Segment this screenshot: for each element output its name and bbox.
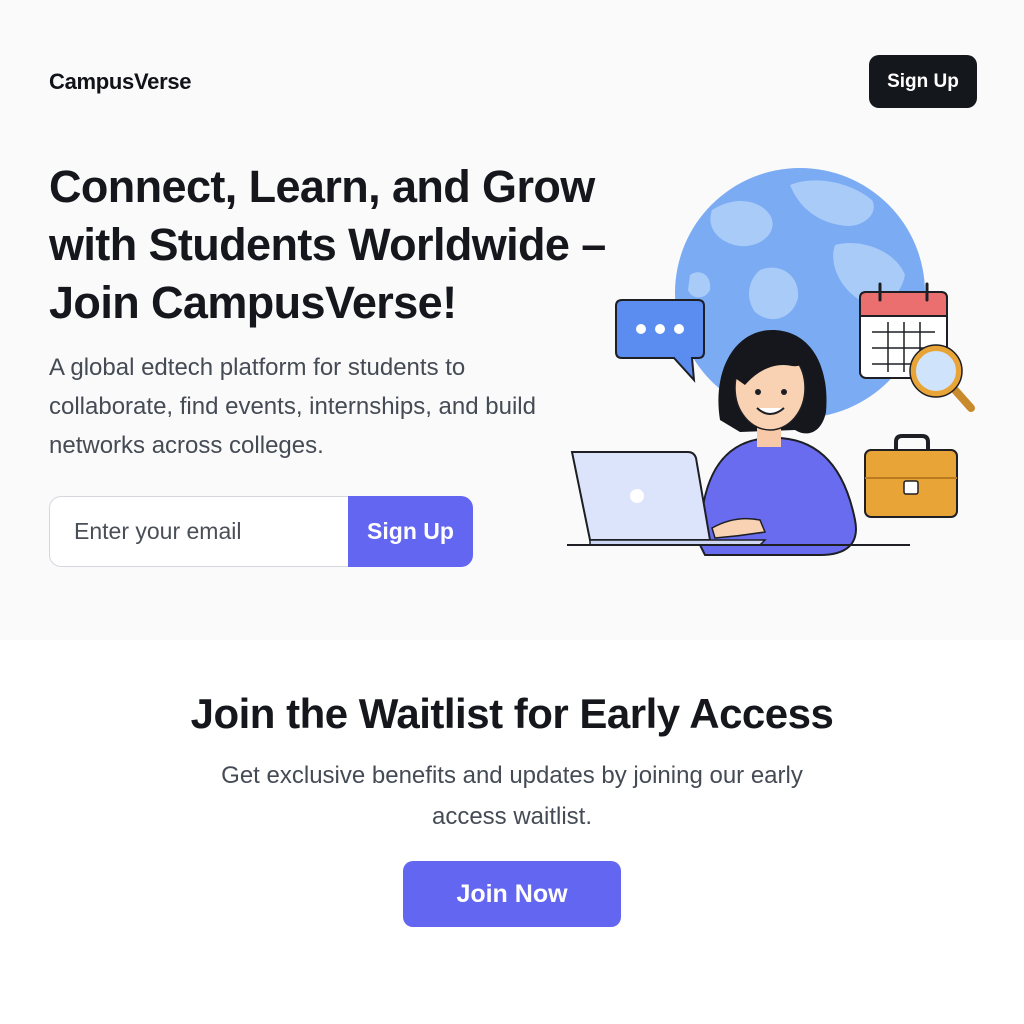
waitlist-subtext: Get exclusive benefits and updates by jo…	[221, 762, 803, 830]
brand-logo[interactable]: CampusVerse	[49, 69, 192, 95]
magnifier-icon	[909, 344, 975, 412]
chat-bubble-icon	[615, 299, 705, 383]
join-now-button[interactable]: Join Now	[403, 861, 621, 927]
hero-subtext: A global edtech platform for students to…	[49, 354, 536, 459]
header-signup-button[interactable]: Sign Up	[869, 55, 977, 108]
email-signup-form: Sign Up	[49, 496, 473, 567]
briefcase-icon	[864, 434, 958, 518]
email-input[interactable]	[49, 496, 348, 567]
waitlist-title: Join the Waitlist for Early Access	[190, 690, 834, 737]
hero-illustration	[567, 168, 975, 556]
hero-signup-button[interactable]: Sign Up	[348, 496, 473, 567]
hero-headline: Connect, Learn, and Grow with Students W…	[49, 161, 606, 328]
